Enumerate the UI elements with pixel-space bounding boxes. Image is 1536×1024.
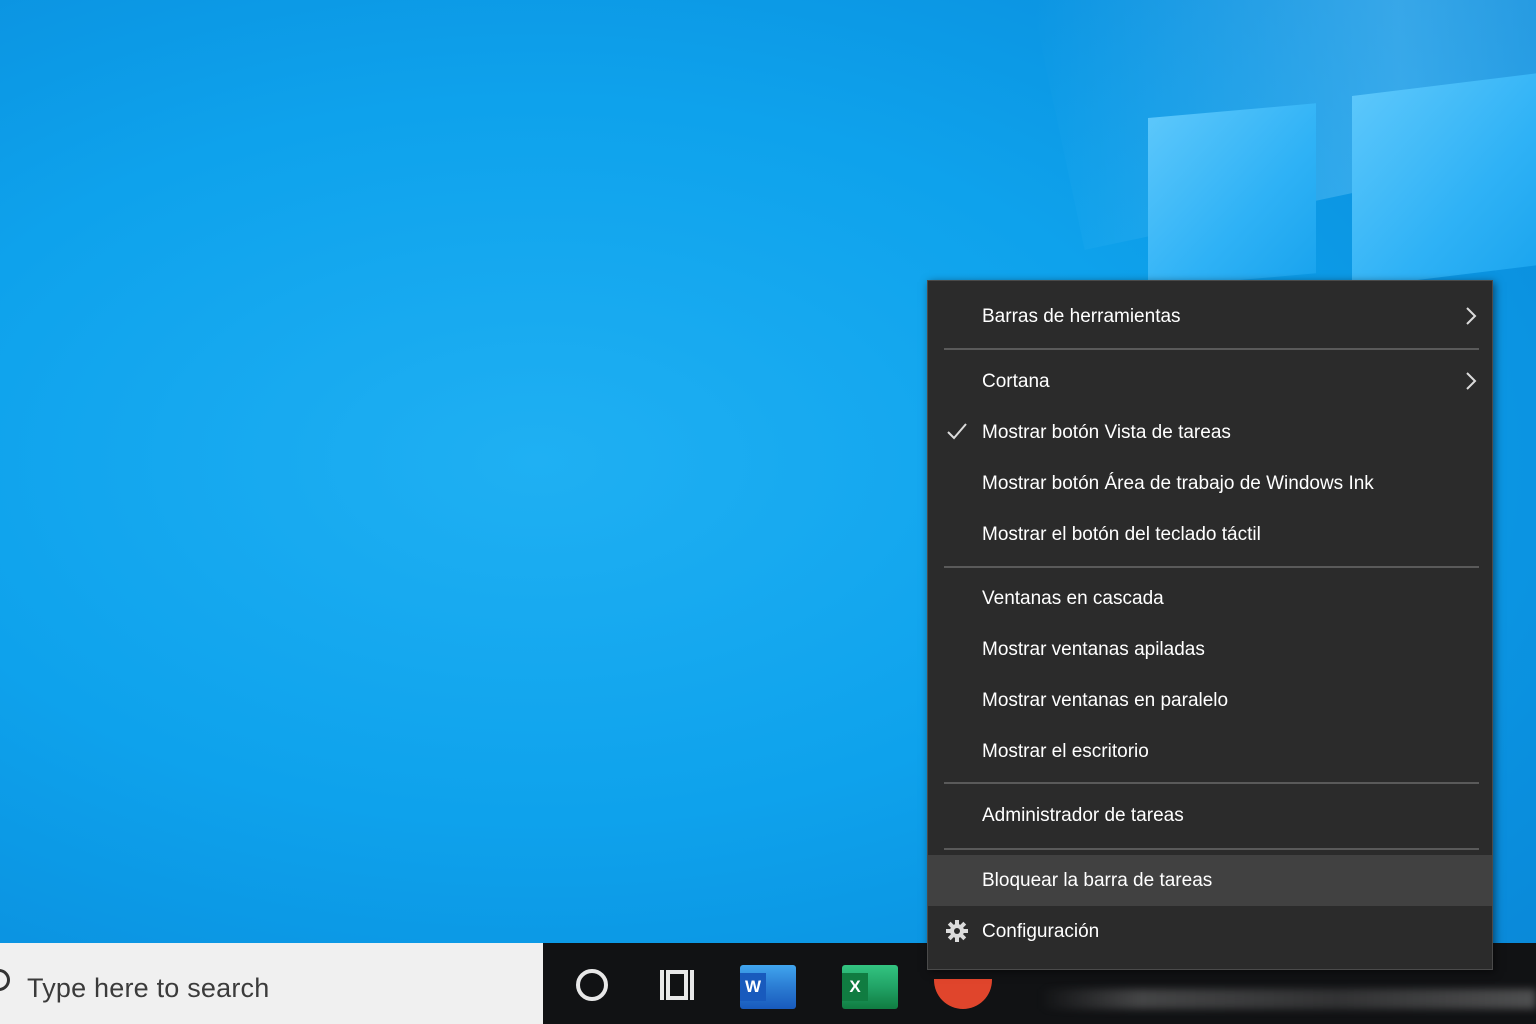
word-badge: W bbox=[740, 973, 766, 1001]
search-placeholder[interactable]: Type here to search bbox=[27, 973, 269, 1004]
chevron-right-icon bbox=[1464, 370, 1478, 392]
windows-logo-pane bbox=[1352, 71, 1536, 288]
menu-item-label: Mostrar el botón del teclado táctil bbox=[982, 523, 1261, 545]
menu-item-label: Bloquear la barra de tareas bbox=[982, 869, 1213, 891]
menu-item-settings[interactable]: Configuración bbox=[928, 906, 1492, 957]
menu-item-label: Mostrar ventanas apiladas bbox=[982, 638, 1205, 660]
excel-badge: X bbox=[842, 973, 868, 1001]
menu-separator bbox=[944, 566, 1479, 568]
menu-item-side-by-side-windows[interactable]: Mostrar ventanas en paralelo bbox=[928, 675, 1492, 726]
excel-app-icon[interactable]: X bbox=[842, 965, 898, 1009]
chevron-right-icon bbox=[1464, 305, 1478, 327]
menu-separator bbox=[944, 782, 1479, 784]
gear-icon bbox=[945, 919, 969, 943]
menu-item-lock-taskbar[interactable]: Bloquear la barra de tareas bbox=[928, 855, 1492, 906]
checkmark-icon bbox=[946, 420, 968, 442]
menu-item-cortana[interactable]: Cortana bbox=[928, 356, 1492, 407]
system-tray[interactable] bbox=[1040, 989, 1536, 1009]
search-icon bbox=[0, 969, 10, 991]
task-view-icon[interactable] bbox=[657, 967, 697, 1003]
menu-item-show-desktop[interactable]: Mostrar el escritorio bbox=[928, 726, 1492, 777]
menu-item-label: Mostrar botón Área de trabajo de Windows… bbox=[982, 472, 1374, 494]
menu-item-cascade-windows[interactable]: Ventanas en cascada bbox=[928, 573, 1492, 624]
menu-item-label: Mostrar botón Vista de tareas bbox=[982, 421, 1231, 443]
search-box[interactable]: Type here to search bbox=[0, 943, 543, 1024]
menu-item-label: Cortana bbox=[982, 370, 1050, 392]
menu-item-label: Barras de herramientas bbox=[982, 305, 1181, 327]
menu-item-label: Configuración bbox=[982, 920, 1100, 942]
taskbar-context-menu: Barras de herramientas Cortana Mostrar b… bbox=[927, 280, 1493, 970]
menu-item-stacked-windows[interactable]: Mostrar ventanas apiladas bbox=[928, 624, 1492, 675]
menu-item-label: Mostrar el escritorio bbox=[982, 740, 1149, 762]
windows-logo-pane bbox=[1148, 103, 1316, 288]
menu-separator bbox=[944, 348, 1479, 350]
menu-item-show-windows-ink[interactable]: Mostrar botón Área de trabajo de Windows… bbox=[928, 458, 1492, 509]
menu-separator bbox=[944, 848, 1479, 850]
app-icon[interactable] bbox=[934, 979, 992, 1009]
menu-item-toolbars[interactable]: Barras de herramientas bbox=[928, 291, 1492, 342]
menu-item-task-manager[interactable]: Administrador de tareas bbox=[928, 790, 1492, 841]
menu-item-label: Administrador de tareas bbox=[982, 804, 1184, 826]
menu-item-label: Mostrar ventanas en paralelo bbox=[982, 689, 1229, 711]
menu-item-show-touch-keyboard[interactable]: Mostrar el botón del teclado táctil bbox=[928, 509, 1492, 560]
cortana-circle-icon[interactable] bbox=[576, 969, 608, 1001]
menu-item-label: Ventanas en cascada bbox=[982, 587, 1164, 609]
word-app-icon[interactable]: W bbox=[740, 965, 796, 1009]
menu-item-show-task-view[interactable]: Mostrar botón Vista de tareas bbox=[928, 407, 1492, 458]
